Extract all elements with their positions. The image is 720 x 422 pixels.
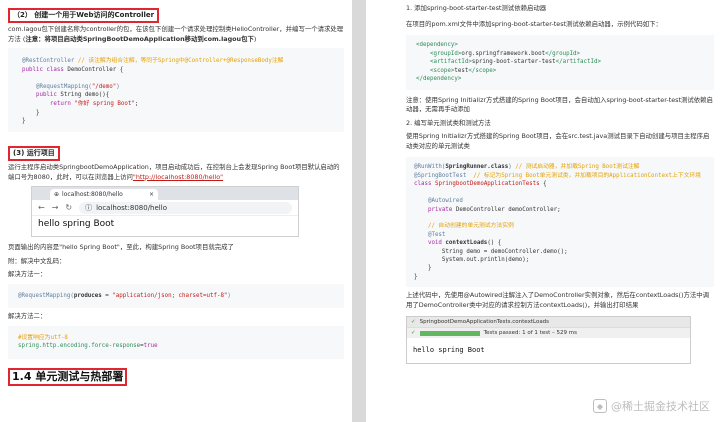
address-bar[interactable]: ⓘ localhost:8080/hello xyxy=(79,201,292,214)
step3-description: 运行主程序启动类SpringbootDemoApplication，项目启动成功… xyxy=(8,163,340,181)
code-line: <groupId>org.springframework.boot</group… xyxy=(416,50,581,57)
explanation-text: 上述代码中，先使用@Autowired注解注入了DemoController实例… xyxy=(406,291,710,309)
test-class-code-block: @RunWith(SpringRunner.class) // 测试启动器，并加… xyxy=(406,157,714,288)
code-line: class SpringbootDemoApplicationTests { xyxy=(414,181,547,188)
method2-label: 解决方法二： xyxy=(8,312,47,321)
back-icon[interactable]: ← xyxy=(38,203,45,212)
step1-description: 在项目的pom.xml文件中添加spring-boot-starter-test… xyxy=(406,19,662,28)
code-line: <scope>test</scope> xyxy=(416,67,497,74)
run-config-tab[interactable]: SpringbootDemoApplicationTests.contextLo… xyxy=(420,319,549,325)
info-icon: ⓘ xyxy=(85,203,93,212)
pom-code-block: <dependency> <groupId>org.springframewor… xyxy=(406,35,714,90)
reload-icon[interactable]: ↻ xyxy=(65,203,72,212)
produces-code-block: @RequestMapping(produces = "application/… xyxy=(8,283,344,309)
code-line: private DemoController demoController; xyxy=(414,206,561,213)
step2-heading-right: 2. 编写单元测试类和测试方法 xyxy=(406,118,491,127)
controller-code-block: @RestController // 该注解为组合注解，等同于Spring中@C… xyxy=(8,48,344,132)
code-line: spring.http.encoding.force-response=true xyxy=(18,343,158,350)
ide-status-bar: ✓ Tests passed: 1 of 1 test – 529 ms xyxy=(407,327,690,339)
code-line: // 自动创建的单元测试方法实例 xyxy=(414,223,514,230)
step1-heading: 1. 添加spring-boot-starter-test测试依赖启动器 xyxy=(406,4,547,12)
encoding-code-block: #设置响应为utf-8 spring.http.encoding.force-re… xyxy=(8,325,344,359)
pass-icon: ✓ xyxy=(411,330,416,337)
section-heading: 1.4 单元测试与热部署 xyxy=(8,367,128,386)
code-line: } xyxy=(22,118,26,125)
test-status: Tests passed: 1 of 1 test – 529 ms xyxy=(483,330,577,337)
code-line: @RequestMapping("/demo") xyxy=(22,83,120,90)
step2-heading: （2） 创建一个用于Web访问的Controller xyxy=(8,8,160,23)
page-divider xyxy=(352,0,366,422)
ide-test-runner: ✓ SpringbootDemoApplicationTests.context… xyxy=(406,316,691,365)
code-line: String demo = demoController.demo(); xyxy=(414,248,568,255)
code-line: @RunWith(SpringRunner.class) // 测试启动器，并加… xyxy=(414,164,640,171)
code-line: @SpringBootTest // 标记为Spring Boot单元测试类，并… xyxy=(414,172,701,179)
watermark: ◆ @稀土掘金技术社区 xyxy=(593,398,710,414)
right-document-page: 1. 添加spring-boot-starter-test测试依赖启动器 在项目… xyxy=(366,0,720,422)
method1-label: 解决方法一： xyxy=(8,270,47,278)
test-progress-bar xyxy=(419,330,480,336)
browser-tab-bar: ⊕ localhost:8080/hello × xyxy=(32,187,298,200)
close-icon[interactable]: × xyxy=(149,191,154,198)
code-line: public class DemoController { xyxy=(22,66,124,73)
code-line: #设置响应为utf-8 xyxy=(18,334,68,341)
browser-tab[interactable]: ⊕ localhost:8080/hello × xyxy=(50,189,158,200)
console-output: hello spring Boot xyxy=(407,338,690,364)
code-line: } xyxy=(414,265,432,272)
code-line: @Autowired xyxy=(414,198,463,205)
result-text: 页面输出的内容是"hello Spring Boot"，至此，构建Spring … xyxy=(8,243,234,251)
code-line: </dependency> xyxy=(416,76,462,83)
code-line: } xyxy=(414,273,418,280)
step3-heading: (3) 运行项目 xyxy=(8,146,60,161)
code-line: System.out.println(demo); xyxy=(414,256,530,263)
browser-screenshot: ⊕ localhost:8080/hello × ← → ↻ ⓘ localho… xyxy=(31,186,299,237)
code-line: @Test xyxy=(414,231,446,238)
code-line: <dependency> xyxy=(416,42,458,48)
browser-content: hello spring Boot xyxy=(38,219,115,229)
juejin-logo-icon: ◆ xyxy=(593,399,607,413)
code-line: } xyxy=(22,109,40,116)
ide-run-tabs: ✓ SpringbootDemoApplicationTests.context… xyxy=(407,317,690,328)
code-line: @RestController // 该注解为组合注解，等同于Spring中@C… xyxy=(22,58,284,64)
note-text: 注意：使用Spring Initializr方式搭建的Spring Boot项目… xyxy=(406,95,713,114)
appendix-text: 附：解决中文乱码： xyxy=(8,256,66,265)
step2-description: com.lagou包下创建名称为controller的包，在该包下创建一个请求处… xyxy=(8,25,344,43)
code-line: return "你好 spring Boot"; xyxy=(22,100,139,107)
browser-toolbar: ← → ↻ ⓘ localhost:8080/hello xyxy=(32,200,298,216)
globe-icon: ⊕ xyxy=(54,191,60,198)
localhost-link[interactable]: "http://localhost:8080/hello" xyxy=(133,173,223,181)
left-document-page: （2） 创建一个用于Web访问的Controller com.lagou包下创建… xyxy=(0,0,352,422)
forward-icon[interactable]: → xyxy=(52,203,59,212)
code-line: <artifactId>spring-boot-starter-test</ar… xyxy=(416,59,601,66)
code-line: @RequestMapping(produces = "application/… xyxy=(18,292,231,299)
code-line: void contextLoads() { xyxy=(414,240,502,247)
code-line: public String demo(){ xyxy=(22,92,110,99)
check-icon: ✓ xyxy=(411,319,416,326)
step2-description-right: 使用Spring Initializr方式搭建的Spring Boot项目，会在… xyxy=(406,132,710,150)
